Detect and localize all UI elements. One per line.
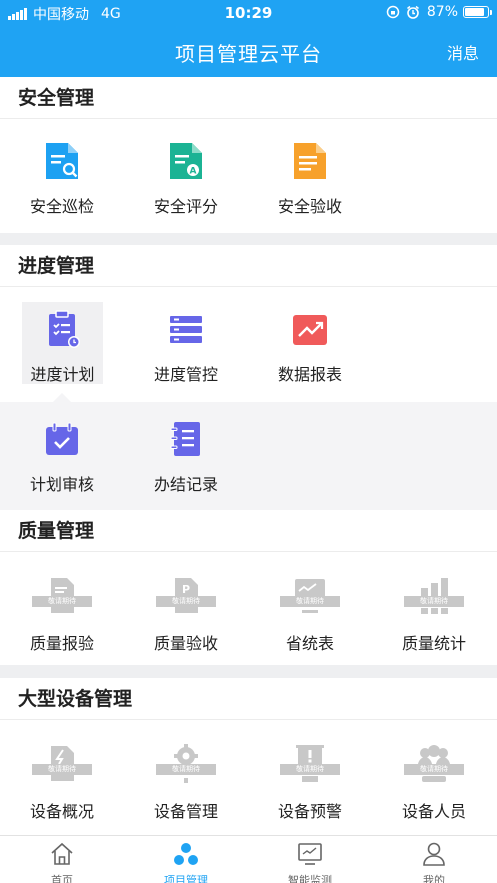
document-search-icon — [46, 143, 78, 179]
section-title: 大型设备管理 — [0, 678, 497, 720]
warning-board-icon: 敬请期待 — [280, 744, 340, 790]
equipment-overview-item[interactable]: 敬请期待 设备概况 — [0, 744, 124, 822]
item-label: 进度管控 — [153, 365, 218, 384]
item-label: 办结记录 — [153, 475, 218, 494]
monitor-chart-icon: 敬请期待 — [280, 576, 340, 622]
status-bar: 中国移动 4G 10:29 87% — [0, 0, 497, 26]
section-title: 安全管理 — [0, 77, 497, 119]
section-title: 质量管理 — [0, 510, 497, 552]
gear-icon: 敬请期待 — [156, 744, 216, 790]
battery-label: 87% — [426, 4, 458, 20]
notebook-icon — [170, 422, 200, 456]
item-label: 设备管理 — [153, 802, 218, 821]
project-nodes-icon — [174, 843, 198, 865]
item-label: 安全评分 — [153, 197, 218, 216]
message-button[interactable]: 消息 — [447, 40, 479, 64]
quality-acceptance-item[interactable]: P 敬请期待 质量验收 — [124, 576, 248, 654]
item-label: 设备人员 — [401, 802, 466, 821]
coming-soon-ribbon: 敬请期待 — [404, 764, 464, 775]
equipment-warning-item[interactable]: 敬请期待 设备预警 — [248, 744, 372, 822]
coming-soon-ribbon: 敬请期待 — [32, 764, 92, 775]
item-label: 质量统计 — [401, 634, 466, 653]
equipment-section: 大型设备管理 敬请期待 设备概况 敬请期待 设备管理 敬请期待 设备预警 敬请期… — [0, 678, 497, 835]
plan-review-item[interactable]: 计划审核 — [0, 419, 124, 495]
coming-soon-ribbon: 敬请期待 — [404, 596, 464, 607]
coming-soon-ribbon: 敬请期待 — [280, 764, 340, 775]
equipment-management-item[interactable]: 敬请期待 设备管理 — [124, 744, 248, 822]
tab-project-management[interactable]: 项目管理 — [124, 836, 248, 883]
app-header: 中国移动 4G 10:29 87% 项目管理云平台 消息 — [0, 0, 497, 77]
svg-text:P: P — [182, 583, 190, 596]
layers-icon — [170, 316, 202, 343]
tab-label: 首页 — [51, 874, 73, 883]
safety-inspection-item[interactable]: 安全巡检 — [0, 141, 124, 217]
section-title: 进度管理 — [0, 245, 497, 287]
battery-icon — [463, 6, 492, 18]
tab-home[interactable]: 首页 — [0, 836, 124, 883]
monitor-icon — [298, 843, 322, 865]
item-label: 设备预警 — [277, 802, 342, 821]
coming-soon-ribbon: 敬请期待 — [156, 764, 216, 775]
item-label: 省统表 — [285, 634, 334, 653]
home-icon — [51, 842, 73, 865]
tab-mine[interactable]: 我的 — [372, 836, 496, 883]
people-icon: 敬请期待 — [404, 744, 464, 790]
progress-plan-submenu: 计划审核 办结记录 — [0, 402, 497, 510]
coming-soon-ribbon: 敬请期待 — [156, 596, 216, 607]
item-label: 安全验收 — [277, 197, 342, 216]
quality-inspection-item[interactable]: 敬请期待 质量报验 — [0, 576, 124, 654]
tab-label: 智能监测 — [288, 874, 332, 883]
quality-section: 质量管理 敬请期待 质量报验 P 敬请期待 质量验收 敬请期待 省统表 敬请期待 … — [0, 510, 497, 665]
quality-statistics-item[interactable]: 敬请期待 质量统计 — [372, 576, 496, 654]
progress-control-item[interactable]: 进度管控 — [124, 309, 248, 385]
trend-chart-icon — [293, 315, 327, 345]
bar-chart-icon: 敬请期待 — [404, 576, 464, 622]
progress-section: 进度管理 进度计划 进度管控 数据报表 计划审核 办结记录 — [0, 245, 497, 510]
item-label: 设备概况 — [29, 802, 94, 821]
page-title: 项目管理云平台 — [175, 42, 322, 66]
item-label: 数据报表 — [277, 365, 342, 384]
lightning-document-icon: 敬请期待 — [32, 744, 92, 790]
tab-label: 我的 — [423, 874, 445, 883]
svg-text:A: A — [190, 167, 197, 177]
data-report-item[interactable]: 数据报表 — [248, 309, 372, 385]
item-label: 进度计划 — [30, 365, 95, 384]
safety-acceptance-item[interactable]: 安全验收 — [248, 141, 372, 217]
progress-plan-item[interactable]: 进度计划 — [22, 302, 103, 384]
item-label: 质量报验 — [29, 634, 94, 653]
completion-record-item[interactable]: 办结记录 — [124, 419, 248, 495]
tab-smart-monitoring[interactable]: 智能监测 — [248, 836, 372, 883]
item-label: 质量验收 — [153, 634, 218, 653]
safety-section: 安全管理 安全巡检 A 安全评分 安全验收 — [0, 77, 497, 233]
equipment-personnel-item[interactable]: 敬请期待 设备人员 — [372, 744, 496, 822]
clipboard-plan-icon — [48, 310, 80, 348]
document-icon: 敬请期待 — [32, 576, 92, 622]
rotation-lock-icon — [386, 5, 400, 19]
document-grade-icon: A — [170, 143, 202, 179]
coming-soon-ribbon: 敬请期待 — [32, 596, 92, 607]
item-label: 安全巡检 — [29, 197, 94, 216]
calendar-check-icon — [46, 422, 78, 455]
parking-document-icon: P 敬请期待 — [156, 576, 216, 622]
safety-score-item[interactable]: A 安全评分 — [124, 141, 248, 217]
document-list-icon — [294, 143, 326, 179]
alarm-icon — [406, 5, 419, 19]
user-icon — [423, 842, 445, 866]
tab-label: 项目管理 — [164, 874, 208, 883]
tab-bar: 首页 项目管理 智能监测 我的 — [0, 835, 497, 883]
expand-caret — [53, 393, 71, 402]
coming-soon-ribbon: 敬请期待 — [280, 596, 340, 607]
item-label: 计划审核 — [29, 475, 94, 494]
province-table-item[interactable]: 敬请期待 省统表 — [248, 576, 372, 654]
